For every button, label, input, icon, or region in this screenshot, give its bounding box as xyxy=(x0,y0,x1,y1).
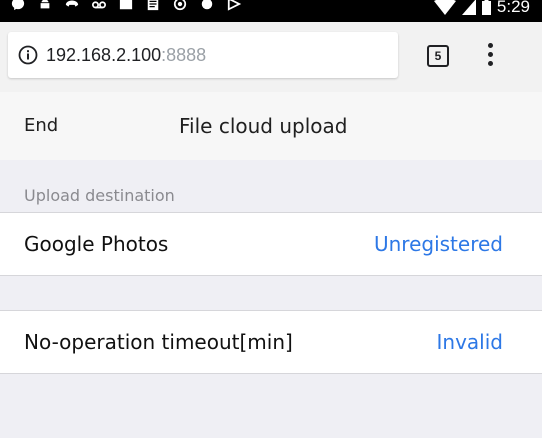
url-port: :8888 xyxy=(161,45,207,65)
security-icon xyxy=(173,0,187,11)
wifi-icon xyxy=(433,0,456,15)
messenger-icon xyxy=(11,0,25,11)
image-icon xyxy=(119,0,133,10)
status-time: 5:29 xyxy=(496,0,530,16)
browser-toolbar: 192.168.2.100:8888 5 xyxy=(0,22,542,92)
more-menu-icon[interactable] xyxy=(482,43,498,71)
document-icon xyxy=(147,0,159,11)
battery-icon xyxy=(481,0,491,15)
timeout-setting-value: Invalid xyxy=(436,330,503,354)
voicemail-icon xyxy=(65,0,79,7)
page-title: File cloud upload xyxy=(179,114,348,138)
timeout-setting-label: No-operation timeout[min] xyxy=(24,330,293,354)
end-button[interactable]: End xyxy=(24,114,58,138)
url-host: 192.168.2.100 xyxy=(46,45,162,65)
section-header-upload-destination: Upload destination xyxy=(24,186,175,205)
status-bar: 5:29 xyxy=(0,0,542,22)
system-status: 5:29 xyxy=(433,0,530,18)
record-icon xyxy=(201,0,213,10)
google-photos-label: Google Photos xyxy=(24,232,169,256)
signal-icon xyxy=(461,0,476,15)
google-photos-status: Unregistered xyxy=(373,232,503,256)
notification-icons xyxy=(10,0,242,15)
info-icon[interactable] xyxy=(18,45,38,65)
android-icon xyxy=(40,0,50,9)
app-header: End File cloud upload xyxy=(0,92,542,160)
tab-switcher-button[interactable]: 5 xyxy=(427,45,449,67)
timeout-setting-row[interactable]: No-operation timeout[min] Invalid xyxy=(0,310,542,374)
play-store-icon xyxy=(227,0,242,11)
google-photos-row[interactable]: Google Photos Unregistered xyxy=(0,212,542,276)
url-text[interactable]: 192.168.2.100:8888 xyxy=(46,44,206,66)
address-bar[interactable]: 192.168.2.100:8888 xyxy=(8,32,398,78)
cast-icon xyxy=(92,1,106,9)
